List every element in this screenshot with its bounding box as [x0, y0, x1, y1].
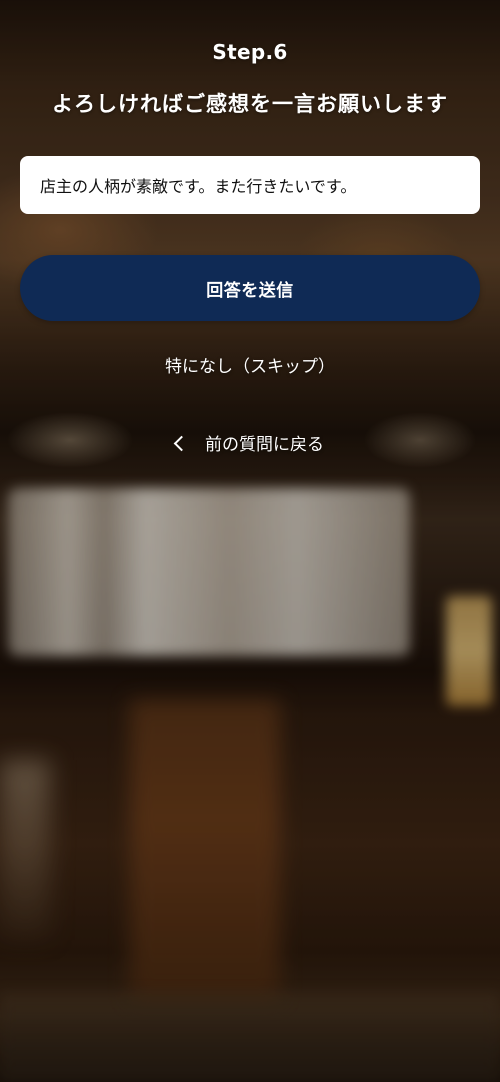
back-link-label: 前の質問に戻る: [205, 435, 324, 455]
question-title: よろしければご感想を一言お願いします: [52, 92, 448, 116]
comment-input[interactable]: 店主の人柄が素敵です。また行きたいです。: [20, 156, 480, 214]
step-label: Step.6: [212, 40, 288, 64]
survey-step: Step.6 よろしければご感想を一言お願いします 店主の人柄が素敵です。また行…: [0, 0, 500, 1082]
chevron-left-icon: [173, 435, 190, 451]
skip-link[interactable]: 特になし（スキップ）: [0, 352, 500, 377]
submit-button-label: 回答を送信: [206, 280, 294, 301]
back-link[interactable]: 前の質問に戻る: [0, 430, 500, 455]
submit-button[interactable]: 回答を送信: [20, 255, 480, 321]
